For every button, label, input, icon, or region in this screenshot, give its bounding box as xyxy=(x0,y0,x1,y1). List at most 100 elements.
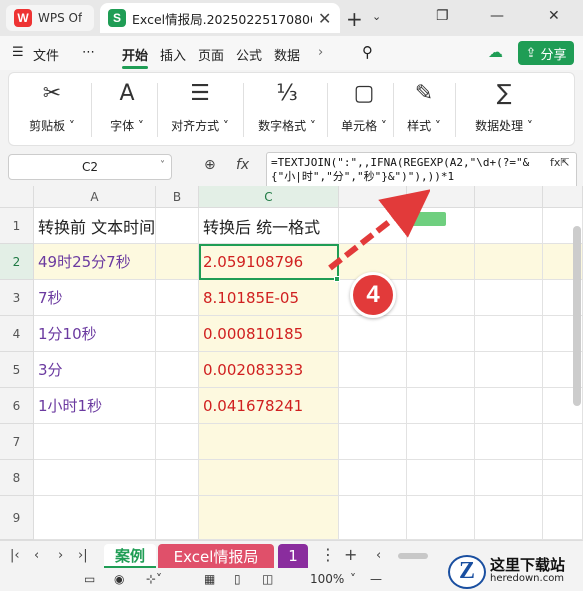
row-header[interactable]: 1 xyxy=(0,208,34,244)
name-box[interactable]: C2 ˅ xyxy=(8,154,172,180)
page-break-view-icon[interactable]: ◫ xyxy=(262,572,273,586)
share-button[interactable]: ⇪ 分享 xyxy=(518,41,574,65)
cell-b7[interactable] xyxy=(156,424,199,460)
crosshair-icon[interactable]: ⊹˅ xyxy=(146,572,162,586)
cell-e4[interactable] xyxy=(407,316,475,352)
add-sheet-icon[interactable]: + xyxy=(344,545,357,564)
cell-f6[interactable] xyxy=(475,388,543,424)
cell-a2[interactable]: 49时25分7秒 xyxy=(34,244,156,280)
column-header-g[interactable] xyxy=(543,186,583,208)
cell-c7[interactable] xyxy=(199,424,339,460)
menu-file[interactable]: 文件 xyxy=(33,45,59,64)
page-view-icon[interactable]: ▯ xyxy=(234,572,241,586)
new-tab-icon[interactable]: + xyxy=(346,7,363,31)
cell-a1[interactable]: 转换前 文本时间 xyxy=(34,208,156,244)
cell-f3[interactable] xyxy=(475,280,543,316)
scroll-left-icon[interactable]: ‹ xyxy=(376,548,381,563)
row-header[interactable]: 9 xyxy=(0,496,34,540)
menu-home[interactable]: 开始 xyxy=(122,45,148,64)
menu-file-icon[interactable]: ☰ xyxy=(12,45,24,60)
close-tab-icon[interactable]: ✕ xyxy=(318,9,331,28)
ribbon-style[interactable]: ✎ 样式 ˅ xyxy=(397,79,451,141)
cell-b4[interactable] xyxy=(156,316,199,352)
cell-d7[interactable] xyxy=(339,424,407,460)
cell-a9[interactable] xyxy=(34,496,156,540)
cell-f4[interactable] xyxy=(475,316,543,352)
cell-g7[interactable] xyxy=(543,424,583,460)
zoom-dropdown-icon[interactable]: ˅ xyxy=(350,572,356,586)
insert-function-icon[interactable]: fx xyxy=(236,157,249,173)
column-header-c[interactable]: C xyxy=(199,186,339,208)
cell-d4[interactable] xyxy=(339,316,407,352)
ribbon-data-processing[interactable]: ∑ 数据处理 ˅ xyxy=(459,79,549,141)
cell-c4[interactable]: 0.000810185 xyxy=(199,316,339,352)
menu-overflow-icon[interactable]: ⋮ xyxy=(320,545,336,564)
wps-home-tab[interactable]: W WPS Of xyxy=(6,5,94,31)
horizontal-scrollbar[interactable] xyxy=(398,553,428,559)
menu-formula[interactable]: 公式 xyxy=(236,45,262,64)
cell-c6[interactable]: 0.041678241 xyxy=(199,388,339,424)
row-header[interactable]: 8 xyxy=(0,460,34,496)
eye-icon[interactable]: ◉ xyxy=(114,572,124,586)
ribbon-cells[interactable]: ▢ 单元格 ˅ xyxy=(329,79,399,141)
cell-f1[interactable] xyxy=(475,208,543,244)
cell-c3[interactable]: 8.10185E-05 xyxy=(199,280,339,316)
cell-d8[interactable] xyxy=(339,460,407,496)
row-header[interactable]: 4 xyxy=(0,316,34,352)
restore-window-icon[interactable]: ❐ xyxy=(436,8,449,24)
zoom-out-icon[interactable]: — xyxy=(370,572,382,586)
menu-overflow-icon[interactable]: › xyxy=(318,45,323,60)
cell-b6[interactable] xyxy=(156,388,199,424)
status-toggle-icon[interactable]: ▭ xyxy=(84,572,95,586)
cell-g8[interactable] xyxy=(543,460,583,496)
column-header-f[interactable] xyxy=(475,186,543,208)
cell-g9[interactable] xyxy=(543,496,583,540)
column-header-a[interactable]: A xyxy=(34,186,156,208)
cell-c9[interactable] xyxy=(199,496,339,540)
cell-f7[interactable] xyxy=(475,424,543,460)
normal-view-icon[interactable]: ▦ xyxy=(204,572,215,586)
zoom-formula-icon[interactable]: ⊕ xyxy=(204,157,216,173)
cell-a7[interactable] xyxy=(34,424,156,460)
cell-c8[interactable] xyxy=(199,460,339,496)
cell-d6[interactable] xyxy=(339,388,407,424)
search-icon[interactable]: ⚲ xyxy=(362,43,373,61)
ribbon-font[interactable]: A 字体 ˅ xyxy=(97,79,157,141)
cell-e8[interactable] xyxy=(407,460,475,496)
cell-e6[interactable] xyxy=(407,388,475,424)
cell-e9[interactable] xyxy=(407,496,475,540)
cell-e7[interactable] xyxy=(407,424,475,460)
row-header[interactable]: 6 xyxy=(0,388,34,424)
row-header[interactable]: 5 xyxy=(0,352,34,388)
column-header-b[interactable]: B xyxy=(156,186,199,208)
cell-f5[interactable] xyxy=(475,352,543,388)
cell-f8[interactable] xyxy=(475,460,543,496)
cell-a8[interactable] xyxy=(34,460,156,496)
cell-c5[interactable]: 0.002083333 xyxy=(199,352,339,388)
row-header[interactable]: 7 xyxy=(0,424,34,460)
cell-f9[interactable] xyxy=(475,496,543,540)
sheet-tab-case[interactable]: 案例 xyxy=(104,544,156,568)
row-header[interactable]: 2 xyxy=(0,244,34,280)
cell-f2[interactable] xyxy=(475,244,543,280)
menu-page[interactable]: 页面 xyxy=(198,45,224,64)
cell-e5[interactable] xyxy=(407,352,475,388)
cell-b3[interactable] xyxy=(156,280,199,316)
cell-a3[interactable]: 7秒 xyxy=(34,280,156,316)
cell-d5[interactable] xyxy=(339,352,407,388)
cell-b8[interactable] xyxy=(156,460,199,496)
sheet-tab-excel[interactable]: Excel情报局 xyxy=(158,544,274,568)
row-header[interactable]: 3 xyxy=(0,280,34,316)
cell-a4[interactable]: 1分10秒 xyxy=(34,316,156,352)
cell-b9[interactable] xyxy=(156,496,199,540)
next-sheet-icon[interactable]: › xyxy=(58,548,63,563)
tab-list-caret-icon[interactable]: ⌄ xyxy=(372,10,381,23)
cell-d9[interactable] xyxy=(339,496,407,540)
cell-b5[interactable] xyxy=(156,352,199,388)
last-sheet-icon[interactable]: ›| xyxy=(78,548,88,563)
zoom-level[interactable]: 100% xyxy=(310,572,344,586)
cloud-sync-icon[interactable]: ☁ xyxy=(488,43,503,61)
minimize-window-icon[interactable]: — xyxy=(490,8,504,24)
cell-b1[interactable] xyxy=(156,208,199,244)
expand-formula-icon[interactable]: fx⇱ xyxy=(550,156,570,169)
